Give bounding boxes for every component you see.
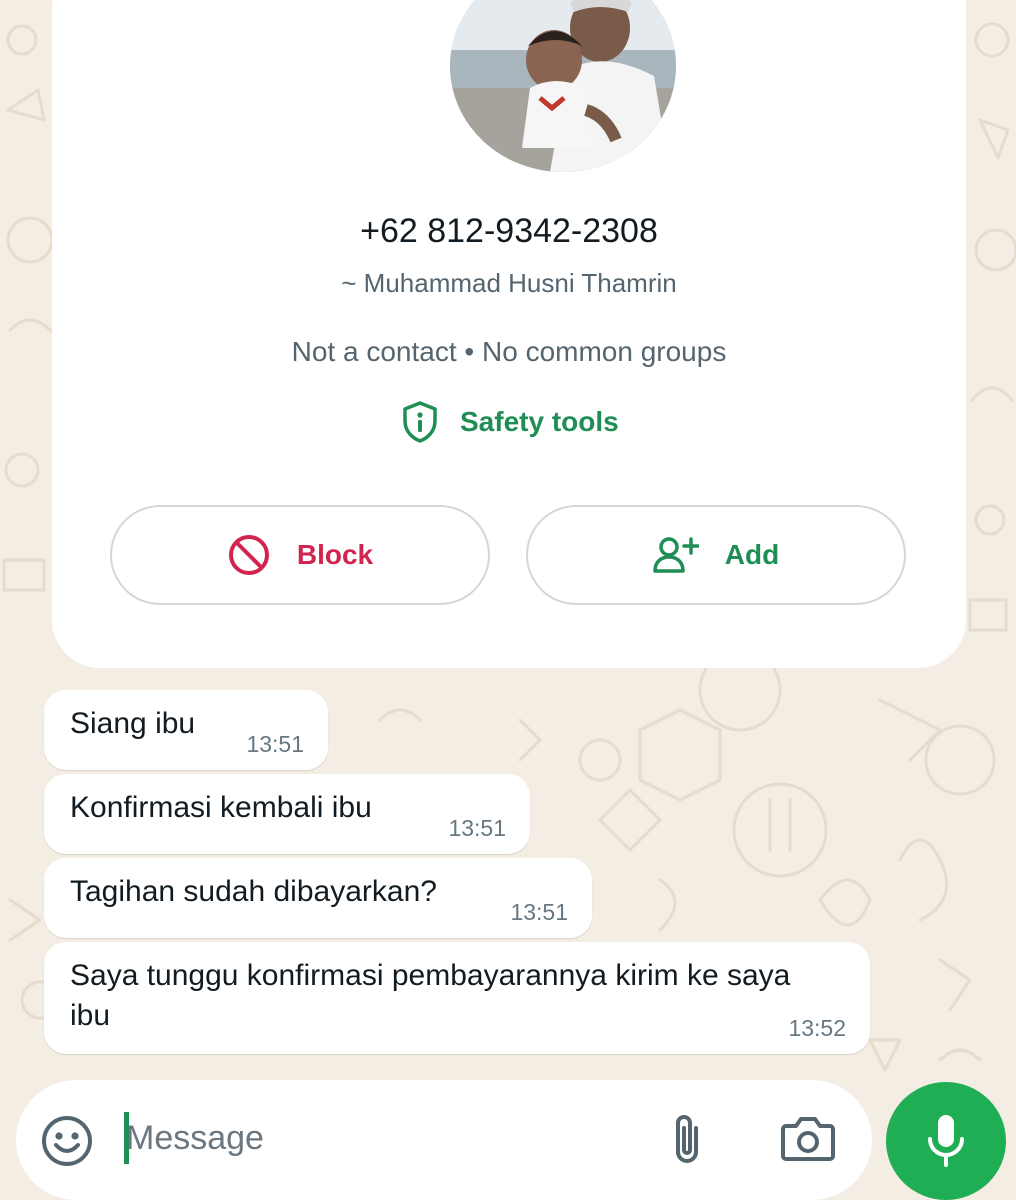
message-bubble[interactable]: Tagihan sudah dibayarkan? 13:51 [44,858,592,938]
block-label: Block [296,539,374,570]
message-time: 13:51 [246,731,304,757]
safety-tools-link[interactable]: Safety tools [400,398,619,446]
message-text: Siang ibu [70,707,196,740]
attach-button[interactable] [668,1110,708,1173]
microphone-icon [928,1115,964,1167]
voice-record-button[interactable] [886,1082,1006,1200]
emoji-button[interactable] [40,1114,94,1173]
message-text: Tagihan sudah dibayarkan? [70,875,437,908]
emoji-icon [42,1116,92,1166]
block-button[interactable]: Block [110,505,490,605]
message-bubble[interactable]: Konfirmasi kembali ibu 13:51 [44,774,530,854]
message-time: 13:51 [448,815,506,841]
camera-button[interactable] [780,1112,836,1169]
contact-push-name: ~ Muhammad Husni Thamrin [341,268,677,298]
shield-info-icon [403,401,437,443]
camera-icon [781,1117,835,1161]
safety-tools-label: Safety tools [460,406,619,437]
contact-phone-number: +62 812-9342-2308 [360,212,658,250]
contact-status-meta: Not a contact • No common groups [291,336,727,367]
paperclip-icon [676,1115,698,1163]
message-time: 13:52 [788,1015,846,1041]
message-composer [16,1080,872,1200]
avatar-photo [450,0,676,172]
add-label: Add [724,539,780,570]
contact-info-card: +62 812-9342-2308 ~ Muhammad Husni Thamr… [52,0,966,668]
add-person-icon [653,537,699,573]
message-text: Konfirmasi kembali ibu [70,791,372,824]
message-time: 13:51 [510,899,568,925]
add-contact-button[interactable]: Add [526,505,906,605]
message-input[interactable] [126,1106,626,1170]
message-bubble[interactable]: Saya tunggu konfirmasi pembayarannya kir… [44,942,870,1054]
message-bubble[interactable]: Siang ibu 13:51 [44,690,328,770]
message-text: Saya tunggu konfirmasi pembayarannya kir… [70,959,791,1032]
block-icon [228,535,269,575]
contact-avatar[interactable] [450,0,676,172]
